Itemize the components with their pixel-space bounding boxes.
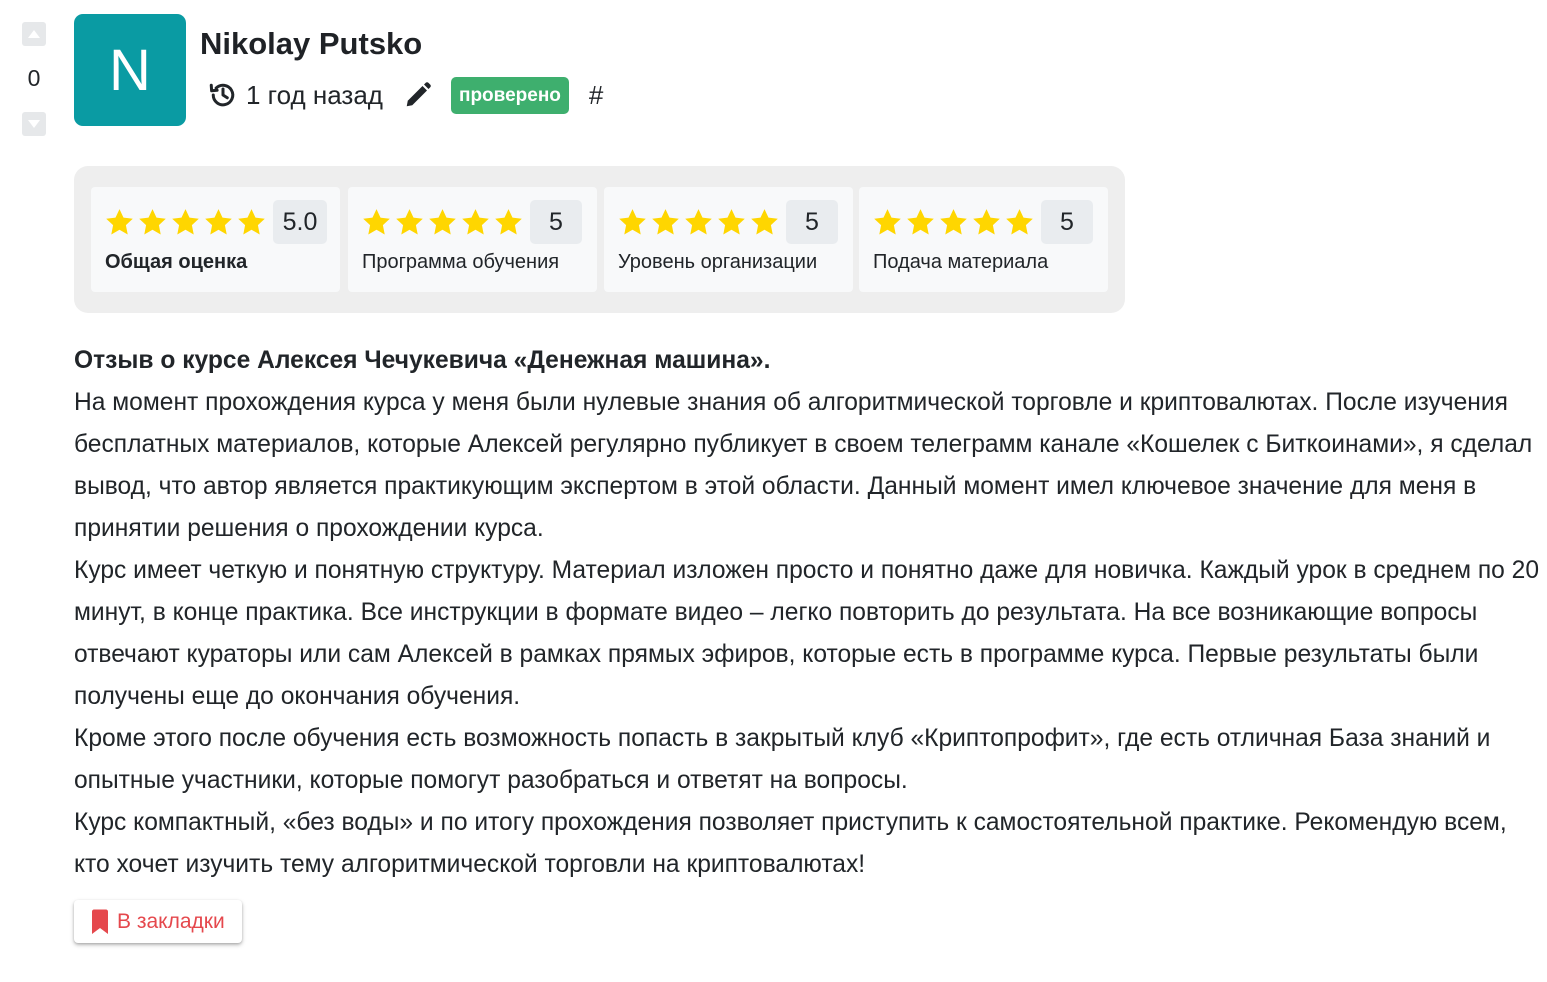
- star-icon: [238, 209, 265, 235]
- star-icon: [205, 209, 232, 235]
- rating-label: Уровень организации: [618, 251, 818, 273]
- review-paragraph: Кроме этого после обучения есть возможно…: [74, 725, 1491, 794]
- rating-card-organization: 5 Уровень организации: [604, 187, 853, 292]
- star-icon: [718, 209, 745, 235]
- star-icon: [172, 209, 199, 235]
- star-rating: [618, 207, 783, 237]
- rating-card-overall: 5.0 Общая оценка: [91, 187, 340, 292]
- star-icon: [973, 209, 1000, 235]
- star-icon: [139, 209, 166, 235]
- star-icon: [495, 209, 522, 235]
- score-badge: 5.0: [273, 200, 327, 244]
- star-rating: [873, 207, 1038, 237]
- star-icon: [429, 209, 456, 235]
- review-time: 1 год назад: [246, 79, 383, 110]
- rating-label: Программа обучения: [362, 251, 560, 273]
- upvote-button[interactable]: [22, 22, 46, 46]
- vote-widget: 0: [22, 22, 46, 136]
- score-badge: 5: [786, 200, 838, 244]
- author-name[interactable]: Nikolay Putsko: [200, 26, 422, 62]
- ratings-panel: 5.0 Общая оценка 5 Программа обучения 5 …: [74, 166, 1125, 313]
- star-icon: [1006, 209, 1033, 235]
- star-icon: [462, 209, 489, 235]
- avatar[interactable]: N: [74, 14, 186, 126]
- rating-label: Общая оценка: [105, 251, 248, 273]
- star-icon: [619, 209, 646, 235]
- star-icon: [396, 209, 423, 235]
- star-icon: [940, 209, 967, 235]
- star-rating: [105, 207, 270, 237]
- review-paragraph: На момент прохождения курса у меня были …: [74, 389, 1533, 542]
- score-badge: 5: [530, 200, 582, 244]
- star-icon: [874, 209, 901, 235]
- review-meta: 1 год назад проверено #: [208, 76, 603, 114]
- vote-count: 0: [27, 65, 41, 91]
- star-icon: [106, 209, 133, 235]
- triangle-up-icon: [28, 30, 40, 38]
- history-icon: [208, 80, 238, 110]
- review-title: Отзыв о курсе Алексея Чечукевича «Денежн…: [74, 347, 771, 374]
- star-icon: [751, 209, 778, 235]
- triangle-down-icon: [28, 120, 40, 128]
- star-icon: [363, 209, 390, 235]
- bookmark-label: В закладки: [117, 909, 225, 933]
- star-icon: [685, 209, 712, 235]
- review-paragraph: Курс имеет четкую и понятную структуру. …: [74, 557, 1540, 710]
- bookmark-button[interactable]: В закладки: [74, 900, 242, 943]
- star-icon: [907, 209, 934, 235]
- star-rating: [362, 207, 527, 237]
- pencil-icon[interactable]: [403, 80, 433, 110]
- bookmark-icon: [91, 909, 109, 935]
- review-body: Отзыв о курсе Алексея Чечукевича «Денежн…: [74, 340, 1544, 886]
- permalink-anchor[interactable]: #: [589, 80, 603, 111]
- rating-card-delivery: 5 Подача материала: [859, 187, 1108, 292]
- star-icon: [652, 209, 679, 235]
- downvote-button[interactable]: [22, 112, 46, 136]
- rating-label: Подача материала: [873, 251, 1049, 273]
- review-paragraph: Курс компактный, «без воды» и по итогу п…: [74, 809, 1507, 878]
- rating-card-program: 5 Программа обучения: [348, 187, 597, 292]
- verified-badge: проверено: [450, 76, 569, 114]
- score-badge: 5: [1041, 200, 1093, 244]
